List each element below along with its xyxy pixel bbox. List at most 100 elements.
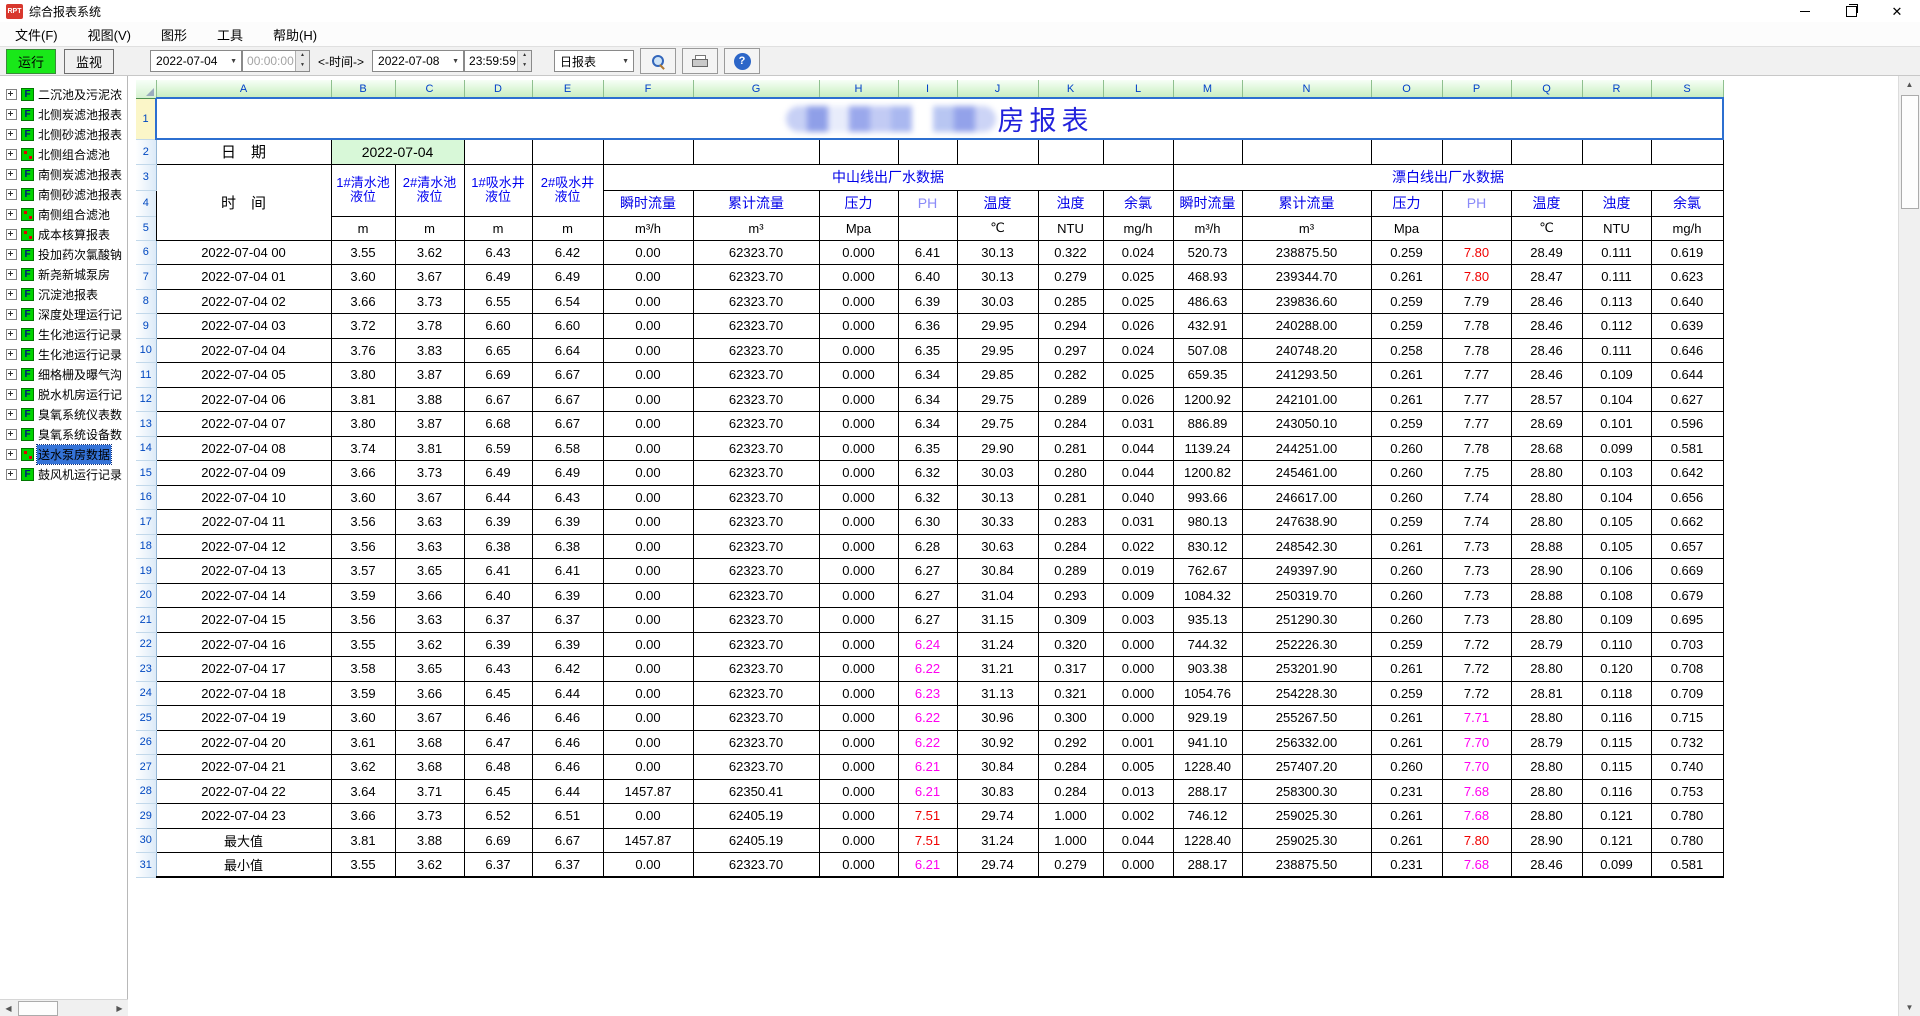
data-cell[interactable]: 0.259 bbox=[1371, 412, 1442, 437]
time-cell[interactable]: 2022-07-04 14 bbox=[156, 583, 331, 608]
data-cell[interactable]: 6.32 bbox=[898, 485, 957, 510]
data-cell[interactable]: 0.000 bbox=[819, 289, 898, 314]
measure-header-cell[interactable]: PH bbox=[1442, 190, 1511, 216]
measure-header-cell[interactable]: 浊度 bbox=[1582, 190, 1651, 216]
data-cell[interactable]: 0.00 bbox=[603, 657, 693, 682]
data-cell[interactable]: 0.000 bbox=[819, 436, 898, 461]
time-cell[interactable]: 2022-07-04 10 bbox=[156, 485, 331, 510]
spinner-arrows-icon[interactable]: ▲▼ bbox=[295, 51, 309, 71]
data-cell[interactable]: 30.84 bbox=[957, 559, 1038, 584]
close-button[interactable]: ✕ bbox=[1874, 0, 1920, 22]
data-cell[interactable]: 0.00 bbox=[603, 240, 693, 265]
data-cell[interactable]: 7.74 bbox=[1442, 510, 1511, 535]
data-cell[interactable]: 0.669 bbox=[1651, 559, 1723, 584]
data-cell[interactable]: 244251.00 bbox=[1242, 436, 1371, 461]
data-cell[interactable]: 7.80 bbox=[1442, 240, 1511, 265]
row-header-27[interactable]: 27 bbox=[136, 755, 156, 780]
data-cell[interactable]: 6.46 bbox=[532, 706, 603, 731]
data-cell[interactable]: 0.284 bbox=[1038, 534, 1103, 559]
data-cell[interactable]: 903.38 bbox=[1173, 657, 1242, 682]
data-cell[interactable]: 6.36 bbox=[898, 314, 957, 339]
sidebar-item-15[interactable]: F脱水机房运行记 bbox=[0, 384, 127, 404]
unit-cell[interactable]: NTU bbox=[1038, 216, 1103, 240]
data-cell[interactable]: 0.108 bbox=[1582, 583, 1651, 608]
data-cell[interactable]: 6.34 bbox=[898, 363, 957, 388]
data-cell[interactable]: 31.24 bbox=[957, 828, 1038, 853]
data-cell[interactable]: 3.67 bbox=[395, 485, 464, 510]
data-cell[interactable]: 62323.70 bbox=[693, 240, 819, 265]
data-cell[interactable]: 6.27 bbox=[898, 608, 957, 633]
data-cell[interactable]: 254228.30 bbox=[1242, 681, 1371, 706]
expand-plus-icon[interactable] bbox=[6, 129, 17, 140]
data-cell[interactable]: 243050.10 bbox=[1242, 412, 1371, 437]
level-header-cell-0[interactable]: 1#清水池液位 bbox=[331, 164, 395, 216]
row-header-2[interactable]: 2 bbox=[136, 139, 156, 164]
sidebar-item-9[interactable]: F新尧新城泵房 bbox=[0, 264, 127, 284]
sidebar-item-0[interactable]: F二沉池及污泥浓 bbox=[0, 84, 127, 104]
unit-cell[interactable]: ℃ bbox=[1511, 216, 1582, 240]
data-cell[interactable]: 0.019 bbox=[1103, 559, 1173, 584]
column-header-N[interactable]: N bbox=[1242, 80, 1371, 98]
time-cell[interactable]: 最小值 bbox=[156, 853, 331, 878]
data-cell[interactable]: 6.60 bbox=[464, 314, 532, 339]
data-cell[interactable]: 0.000 bbox=[1103, 657, 1173, 682]
row-header-14[interactable]: 14 bbox=[136, 436, 156, 461]
data-cell[interactable]: 0.00 bbox=[603, 534, 693, 559]
data-cell[interactable]: 28.49 bbox=[1511, 240, 1582, 265]
data-cell[interactable]: 257407.20 bbox=[1242, 755, 1371, 780]
empty-cell[interactable] bbox=[1103, 139, 1173, 164]
time-cell[interactable]: 2022-07-04 09 bbox=[156, 461, 331, 486]
data-cell[interactable]: 0.00 bbox=[603, 265, 693, 290]
data-cell[interactable]: 3.65 bbox=[395, 559, 464, 584]
data-cell[interactable]: 6.37 bbox=[464, 853, 532, 878]
data-cell[interactable]: 3.76 bbox=[331, 338, 395, 363]
data-cell[interactable]: 0.031 bbox=[1103, 510, 1173, 535]
data-cell[interactable]: 0.695 bbox=[1651, 608, 1723, 633]
data-cell[interactable]: 0.000 bbox=[819, 461, 898, 486]
menu-tools[interactable]: 工具 bbox=[202, 25, 258, 44]
data-cell[interactable]: 7.71 bbox=[1442, 706, 1511, 731]
sidebar-item-17[interactable]: F臭氧系统设备数 bbox=[0, 424, 127, 444]
data-cell[interactable]: 28.80 bbox=[1511, 755, 1582, 780]
data-cell[interactable]: 0.031 bbox=[1103, 412, 1173, 437]
data-cell[interactable]: 0.289 bbox=[1038, 559, 1103, 584]
data-cell[interactable]: 28.88 bbox=[1511, 534, 1582, 559]
data-cell[interactable]: 6.44 bbox=[532, 779, 603, 804]
data-cell[interactable]: 258300.30 bbox=[1242, 779, 1371, 804]
row-header-4[interactable]: 4 bbox=[136, 190, 156, 216]
data-cell[interactable]: 251290.30 bbox=[1242, 608, 1371, 633]
sidebar-item-7[interactable]: 成本核算报表 bbox=[0, 224, 127, 244]
empty-cell[interactable] bbox=[898, 139, 957, 164]
data-cell[interactable]: 30.83 bbox=[957, 779, 1038, 804]
data-cell[interactable]: 7.79 bbox=[1442, 289, 1511, 314]
data-cell[interactable]: 0.260 bbox=[1371, 755, 1442, 780]
data-cell[interactable]: 238875.50 bbox=[1242, 240, 1371, 265]
data-cell[interactable]: 0.231 bbox=[1371, 779, 1442, 804]
row-header-26[interactable]: 26 bbox=[136, 730, 156, 755]
row-header-5[interactable]: 5 bbox=[136, 216, 156, 240]
measure-header-cell[interactable]: 压力 bbox=[819, 190, 898, 216]
row-header-9[interactable]: 9 bbox=[136, 314, 156, 339]
empty-cell[interactable] bbox=[819, 139, 898, 164]
data-cell[interactable]: 6.39 bbox=[532, 510, 603, 535]
data-cell[interactable]: 6.42 bbox=[532, 240, 603, 265]
scroll-up-icon[interactable]: ▲ bbox=[1901, 76, 1918, 93]
data-cell[interactable]: 3.60 bbox=[331, 265, 395, 290]
data-cell[interactable]: 0.000 bbox=[819, 779, 898, 804]
data-cell[interactable]: 3.72 bbox=[331, 314, 395, 339]
data-cell[interactable]: 659.35 bbox=[1173, 363, 1242, 388]
data-cell[interactable]: 7.80 bbox=[1442, 265, 1511, 290]
data-cell[interactable]: 0.000 bbox=[819, 681, 898, 706]
data-cell[interactable]: 259025.30 bbox=[1242, 804, 1371, 829]
measure-header-cell[interactable]: 瞬时流量 bbox=[603, 190, 693, 216]
data-cell[interactable]: 6.67 bbox=[464, 387, 532, 412]
data-cell[interactable]: 62323.70 bbox=[693, 706, 819, 731]
data-cell[interactable]: 6.30 bbox=[898, 510, 957, 535]
data-cell[interactable]: 0.115 bbox=[1582, 755, 1651, 780]
expand-plus-icon[interactable] bbox=[6, 449, 17, 460]
data-cell[interactable]: 7.77 bbox=[1442, 387, 1511, 412]
data-cell[interactable]: 28.80 bbox=[1511, 510, 1582, 535]
data-cell[interactable]: 6.22 bbox=[898, 730, 957, 755]
data-cell[interactable]: 0.281 bbox=[1038, 436, 1103, 461]
date-to-combo[interactable]: 2022-07-08 ▼ bbox=[372, 50, 464, 72]
